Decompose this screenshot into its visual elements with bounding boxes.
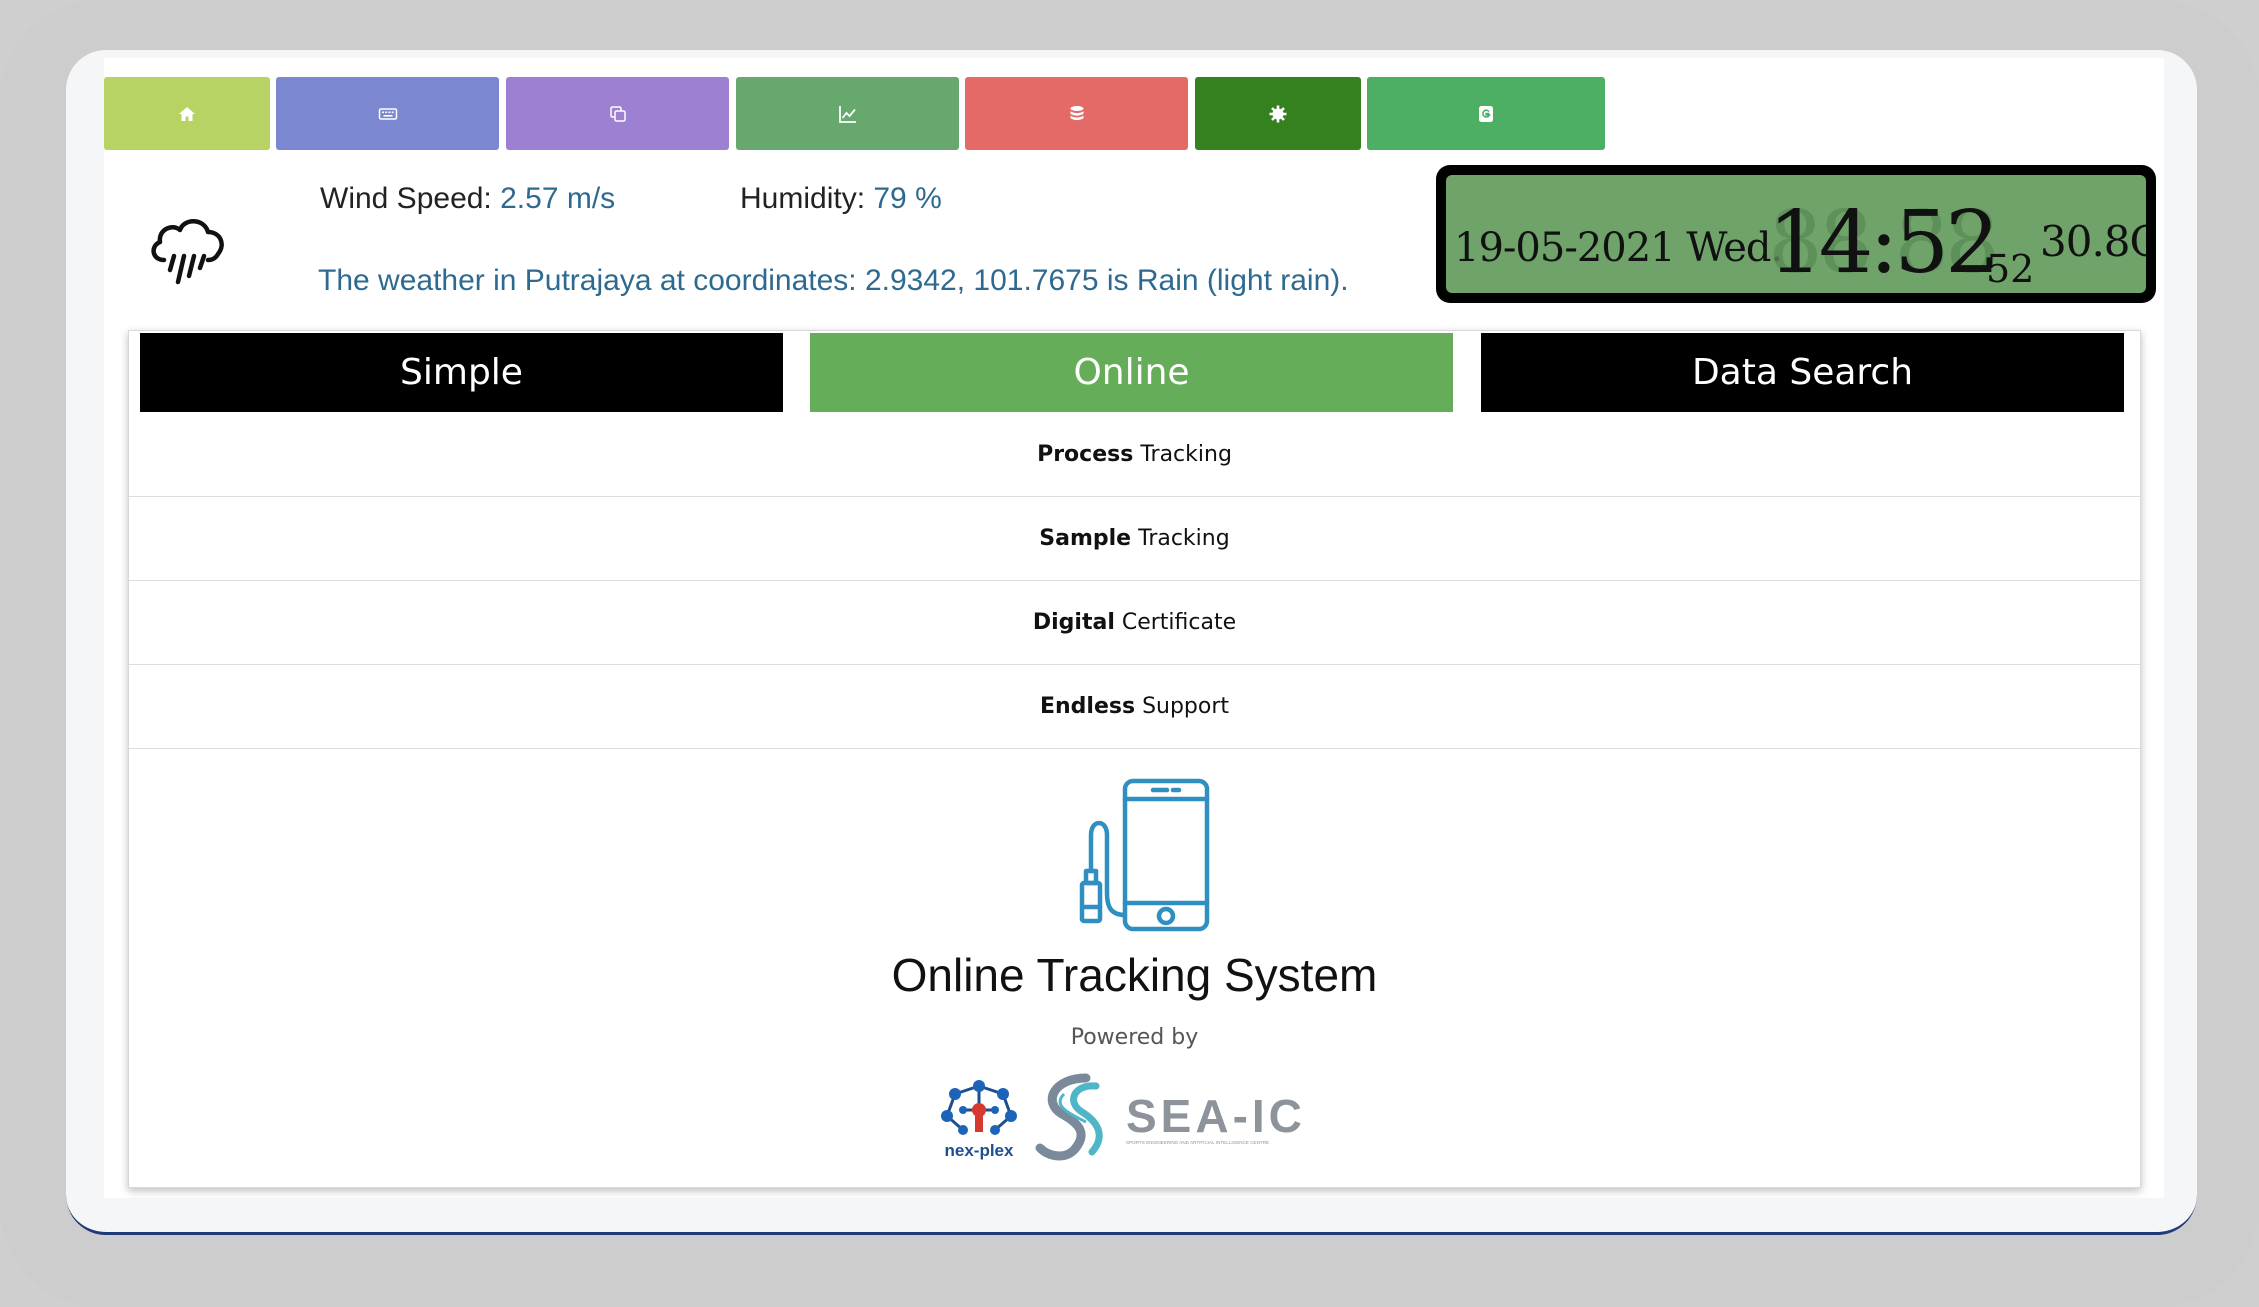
humidity: Humidity: 79 % [740,182,942,216]
screen: Wind Speed: 2.57 m/s Humidity: 79 % The … [66,50,2197,1235]
database-icon [1070,105,1083,120]
google-icon [1479,105,1493,122]
feature-bold: Endless [1039,694,1136,719]
feature-text: Tracking [1138,526,1230,551]
svg-text:SEA-IC: SEA-IC [1126,1090,1306,1142]
feature-row: Process Tracking [129,413,2140,497]
clock-time: 14:52 [1768,193,2000,293]
humidity-label: Humidity: [740,182,866,215]
device-frame: Wind Speed: 2.57 m/s Humidity: 79 % The … [0,0,2259,1307]
rain-cloud-icon [151,219,224,285]
feature-list: Process Tracking Sample Tracking Digital Ce… [129,413,2140,749]
main-panel: Simple Online Data Search Process Trackin… [128,330,2141,1188]
nexplex-logo: nex-plex [941,1080,1017,1160]
clock-temperature: 30.8C [2040,217,2146,266]
google-button[interactable] [1367,77,1605,150]
keyboard-button[interactable] [276,77,499,150]
feature-bold: Process [1037,442,1134,467]
copy-icon [609,105,626,122]
clock-seconds: 52 [1986,247,2035,291]
weather-description: The weather in Putrajaya at coordinates:… [318,264,1349,297]
feature-text: Tracking [1140,442,1232,467]
svg-text:nex-plex: nex-plex [945,1141,1015,1160]
feature-bold: Digital [1032,610,1115,635]
settings-button[interactable] [1195,77,1361,150]
page: Wind Speed: 2.57 m/s Humidity: 79 % The … [104,58,2164,1198]
tab-simple[interactable]: Simple [140,333,783,412]
database-button[interactable] [965,77,1188,150]
digital-clock: 19-05-2021 Wed. 88:88 14:52 52 30.8C [1436,165,2156,303]
keyboard-icon [378,107,397,120]
copy-button[interactable] [506,77,729,150]
clock-display: 19-05-2021 Wed. 88:88 14:52 52 30.8C [1446,175,2146,293]
top-toolbar [104,77,2164,150]
wind-speed-value: 2.57 m/s [500,182,616,215]
clock-date: 19-05-2021 Wed. [1454,225,1783,271]
tab-bar: Simple Online Data Search [140,333,2130,412]
humidity-value: 79 % [873,182,942,215]
feature-row: Endless Support [129,665,2140,749]
wind-speed: Wind Speed: 2.57 m/s [320,182,615,216]
line-chart-icon [838,105,856,123]
phone-charging-icon [1079,778,1210,932]
tab-data-search[interactable]: Data Search [1481,333,2124,412]
feature-text: Support [1142,694,1230,719]
home-button[interactable] [104,77,270,150]
home-icon [179,106,195,121]
seaic-logo: SEA-IC SPORTS ENGINEERING AND ARTIFICIAL… [1035,1073,1306,1161]
feature-row: Digital Certificate [129,581,2140,665]
gear-icon [1269,105,1287,122]
feature-bold: Sample [1039,526,1132,551]
svg-text:SPORTS ENGINEERING AND ARTIFIC: SPORTS ENGINEERING AND ARTIFICIAL INTELL… [1126,1140,1269,1145]
wind-speed-label: Wind Speed: [320,182,492,215]
feature-text: Certificate [1121,610,1237,635]
powered-by: Powered by [1070,1025,1199,1050]
tab-online[interactable]: Online [810,333,1453,412]
system-title: Online Tracking System [891,949,1378,1001]
chart-button[interactable] [736,77,959,150]
feature-row: Sample Tracking [129,497,2140,581]
